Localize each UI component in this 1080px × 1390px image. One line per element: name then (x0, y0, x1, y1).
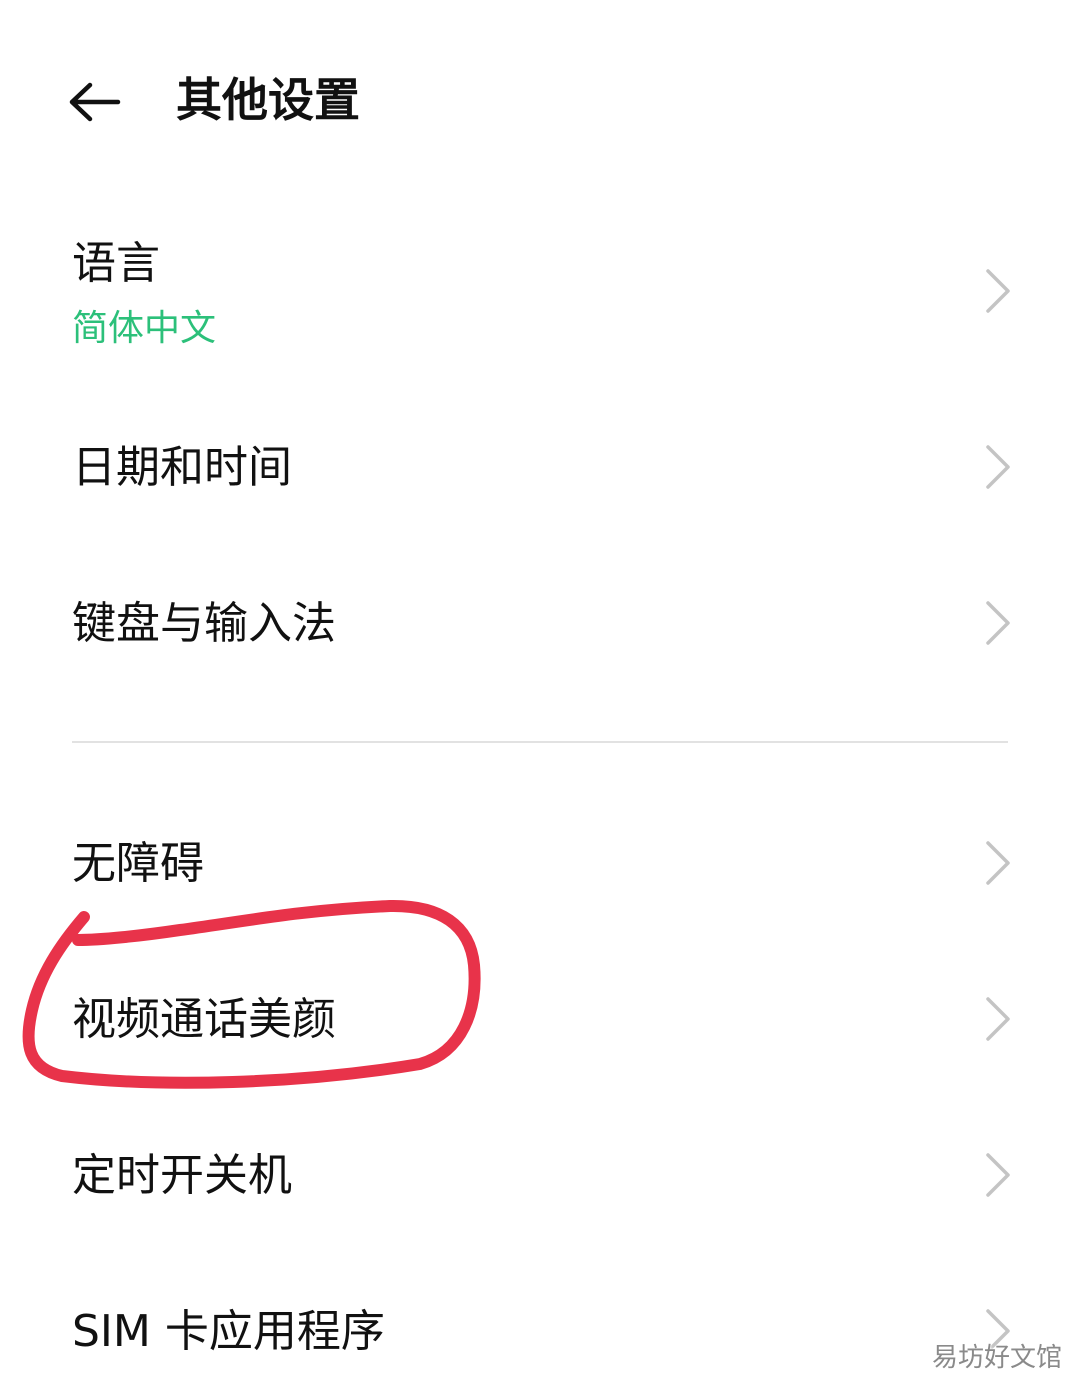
app-bar: 其他设置 (0, 0, 1080, 200)
settings-item-language[interactable]: 语言 简体中文 (0, 220, 1080, 370)
settings-item-label: SIM 卡应用程序 (72, 1306, 385, 1357)
chevron-right-icon (986, 1153, 1010, 1197)
settings-item-sim-apps[interactable]: SIM 卡应用程序 (0, 1274, 1080, 1384)
settings-item-accessibility[interactable]: 无障碍 (0, 806, 1080, 916)
watermark: 易坊好文馆 (932, 1343, 1063, 1373)
arrow-left-icon (69, 82, 121, 122)
page-title: 其他设置 (176, 73, 360, 127)
settings-item-video-call-beauty[interactable]: 视频通话美颜 (0, 962, 1080, 1072)
settings-item-label: 视频通话美颜 (72, 994, 336, 1045)
settings-item-label: 日期和时间 (72, 442, 292, 493)
settings-item-label: 定时开关机 (72, 1150, 292, 1201)
chevron-right-icon (986, 601, 1010, 645)
section-divider (72, 741, 1008, 743)
settings-item-scheduled-power[interactable]: 定时开关机 (0, 1118, 1080, 1228)
language-value: 简体中文 (72, 308, 217, 349)
settings-item-label: 语言 (72, 238, 160, 289)
settings-item-keyboard[interactable]: 键盘与输入法 (0, 566, 1080, 676)
chevron-right-icon (986, 841, 1010, 885)
settings-item-date-time[interactable]: 日期和时间 (0, 410, 1080, 520)
settings-item-label: 键盘与输入法 (72, 598, 336, 649)
chevron-right-icon (986, 269, 1010, 313)
chevron-right-icon (986, 997, 1010, 1041)
settings-item-label: 无障碍 (72, 838, 204, 889)
chevron-right-icon (986, 445, 1010, 489)
back-button[interactable] (58, 70, 130, 134)
